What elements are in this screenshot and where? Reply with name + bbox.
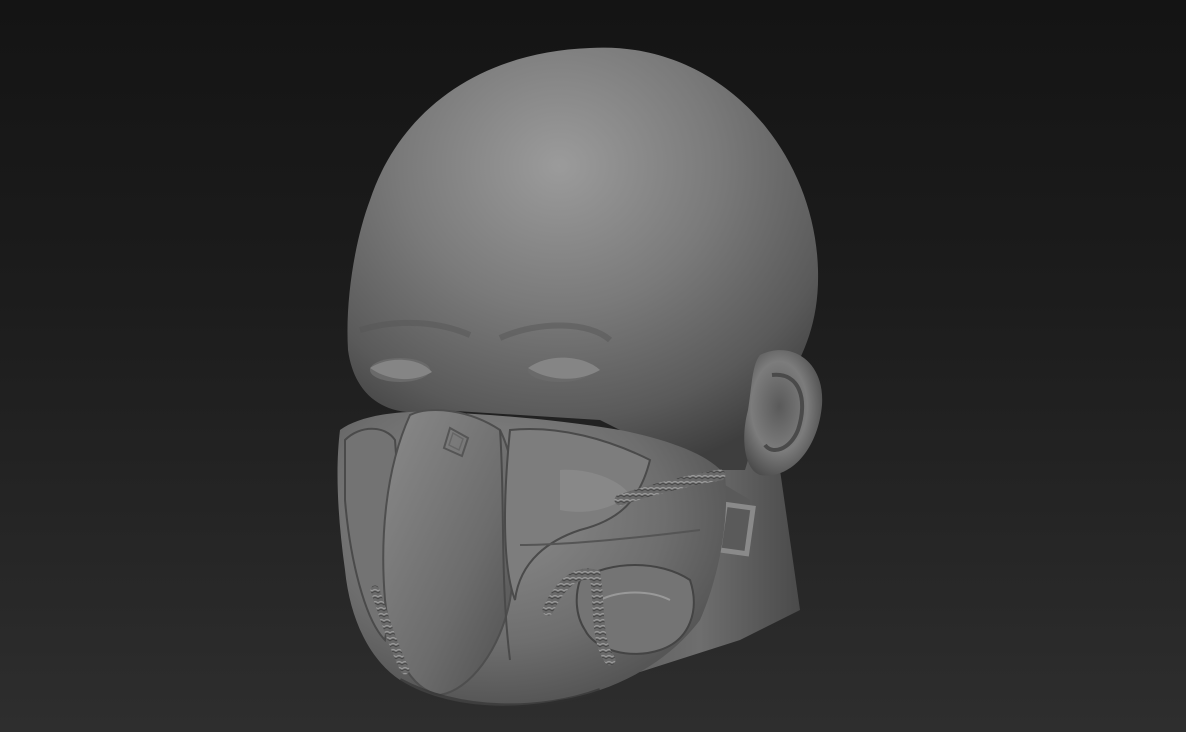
sculpt-scene — [337, 47, 823, 708]
head — [347, 47, 819, 470]
3d-viewport[interactable] — [0, 0, 1186, 732]
ear — [744, 350, 823, 476]
